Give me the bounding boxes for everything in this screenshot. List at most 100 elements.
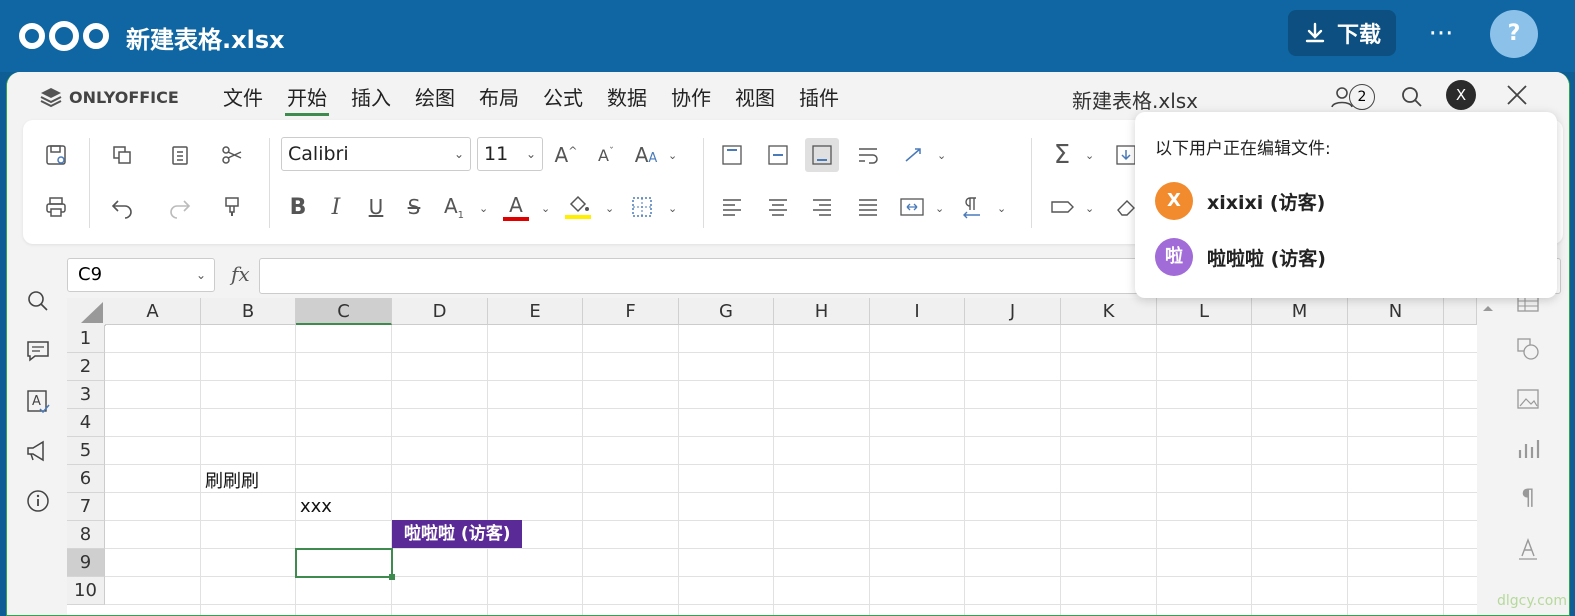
undo-button[interactable]: [105, 190, 139, 224]
column-header-l[interactable]: L: [1157, 298, 1252, 325]
fill-color-button[interactable]: [561, 190, 595, 224]
strikethrough-button[interactable]: S: [397, 190, 431, 224]
row-header-8[interactable]: 8: [67, 521, 105, 549]
column-header-c[interactable]: C: [296, 298, 392, 325]
menu-home[interactable]: 开始: [285, 80, 329, 116]
column-header-i[interactable]: I: [870, 298, 965, 325]
paste-button[interactable]: [163, 138, 197, 172]
menu-file[interactable]: 文件: [221, 80, 265, 116]
image-settings-icon[interactable]: [1515, 386, 1541, 412]
save-button[interactable]: [39, 138, 73, 172]
decrease-font-button[interactable]: Aˇ: [589, 138, 623, 172]
align-middle-button[interactable]: [761, 138, 795, 172]
row-header-6[interactable]: 6: [67, 465, 105, 493]
cell-c7[interactable]: xxx: [300, 496, 332, 517]
column-header-k[interactable]: K: [1061, 298, 1157, 325]
row-header-7[interactable]: 7: [67, 493, 105, 521]
select-all-corner[interactable]: [67, 298, 106, 326]
italic-button[interactable]: I: [319, 190, 353, 224]
function-icon[interactable]: fx: [231, 262, 250, 286]
comment-icon[interactable]: [25, 338, 51, 364]
column-header-j[interactable]: J: [965, 298, 1061, 325]
current-user-avatar[interactable]: X: [1446, 80, 1476, 110]
merge-cells-button[interactable]: [895, 190, 929, 224]
wrap-text-button[interactable]: [851, 138, 885, 172]
spellcheck-icon[interactable]: A: [25, 388, 51, 414]
copy-button[interactable]: [105, 138, 139, 172]
search-icon[interactable]: [1399, 84, 1425, 110]
spreadsheet-grid[interactable]: A B C D E F G H I J K L M N 1 2 3 4 5 6 …: [67, 298, 1477, 615]
column-header-d[interactable]: D: [392, 298, 488, 325]
row-header-2[interactable]: 2: [67, 353, 105, 381]
menu-view[interactable]: 视图: [733, 80, 777, 116]
shape-settings-icon[interactable]: [1515, 336, 1541, 362]
bold-button[interactable]: B: [281, 190, 315, 224]
autosum-button[interactable]: Σ: [1045, 138, 1079, 172]
borders-button[interactable]: [625, 190, 659, 224]
justify-button[interactable]: [851, 190, 885, 224]
menu-collaboration[interactable]: 协作: [669, 80, 713, 116]
info-icon[interactable]: [25, 488, 51, 514]
menu-plugins[interactable]: 插件: [797, 80, 841, 116]
fill-handle[interactable]: [389, 574, 395, 580]
named-range-button[interactable]: [1045, 190, 1079, 224]
cut-button[interactable]: [215, 138, 249, 172]
chevron-down-icon[interactable]: ⌄: [605, 202, 614, 215]
column-header-e[interactable]: E: [488, 298, 583, 325]
column-header-n[interactable]: N: [1348, 298, 1444, 325]
change-case-button[interactable]: AA: [629, 138, 663, 172]
column-header-g[interactable]: G: [679, 298, 774, 325]
chevron-down-icon[interactable]: ⌄: [1085, 149, 1094, 162]
align-left-button[interactable]: [715, 190, 749, 224]
menu-formula[interactable]: 公式: [541, 80, 585, 116]
menu-data[interactable]: 数据: [605, 80, 649, 116]
close-icon[interactable]: [1504, 82, 1530, 108]
column-header-h[interactable]: H: [774, 298, 870, 325]
redo-button[interactable]: [163, 190, 197, 224]
row-header-5[interactable]: 5: [67, 437, 105, 465]
print-button[interactable]: [39, 190, 73, 224]
align-right-button[interactable]: [805, 190, 839, 224]
nextcloud-logo-icon[interactable]: [18, 20, 110, 52]
font-size-select[interactable]: 11 ⌄: [477, 137, 543, 171]
align-bottom-button[interactable]: [805, 138, 839, 172]
menu-layout[interactable]: 布局: [477, 80, 521, 116]
column-header-b[interactable]: B: [201, 298, 296, 325]
menu-insert[interactable]: 插入: [349, 80, 393, 116]
chevron-down-icon[interactable]: ⌄: [479, 202, 488, 215]
chevron-down-icon[interactable]: ⌄: [668, 202, 677, 215]
chevron-down-icon[interactable]: ⌄: [668, 149, 677, 162]
row-header-1[interactable]: 1: [67, 325, 105, 353]
chevron-down-icon[interactable]: ⌄: [997, 202, 1006, 215]
vertical-scrollbar[interactable]: [1477, 298, 1499, 615]
row-header-9[interactable]: 9: [67, 549, 105, 577]
help-button[interactable]: ?: [1490, 10, 1538, 58]
co-editors-button[interactable]: 2: [1329, 82, 1379, 112]
feedback-icon[interactable]: [25, 438, 51, 464]
text-art-icon[interactable]: [1515, 536, 1541, 562]
format-painter-button[interactable]: [215, 190, 249, 224]
chevron-down-icon[interactable]: ⌄: [1085, 202, 1094, 215]
menu-draw[interactable]: 绘图: [413, 80, 457, 116]
row-header-10[interactable]: 10: [67, 577, 105, 605]
text-direction-button[interactable]: [955, 190, 989, 224]
download-button[interactable]: 下载: [1288, 10, 1396, 56]
underline-button[interactable]: U: [359, 190, 393, 224]
row-header-3[interactable]: 3: [67, 381, 105, 409]
chevron-down-icon[interactable]: ⌄: [935, 202, 944, 215]
chevron-down-icon[interactable]: ⌄: [541, 202, 550, 215]
column-header-m[interactable]: M: [1252, 298, 1348, 325]
more-options-button[interactable]: ···: [1422, 17, 1460, 51]
selected-cell-c9[interactable]: [295, 548, 393, 578]
orientation-button[interactable]: [897, 138, 931, 172]
search-icon[interactable]: [25, 288, 51, 314]
row-header-4[interactable]: 4: [67, 409, 105, 437]
subscript-button[interactable]: A1: [437, 190, 471, 224]
align-top-button[interactable]: [715, 138, 749, 172]
paragraph-settings-icon[interactable]: ¶: [1521, 486, 1535, 511]
name-box[interactable]: C9 ⌄: [67, 258, 215, 292]
font-color-button[interactable]: A: [499, 190, 533, 224]
align-center-button[interactable]: [761, 190, 795, 224]
increase-font-button[interactable]: A^: [549, 138, 583, 172]
cell-b6[interactable]: 刷刷刷: [205, 467, 259, 493]
